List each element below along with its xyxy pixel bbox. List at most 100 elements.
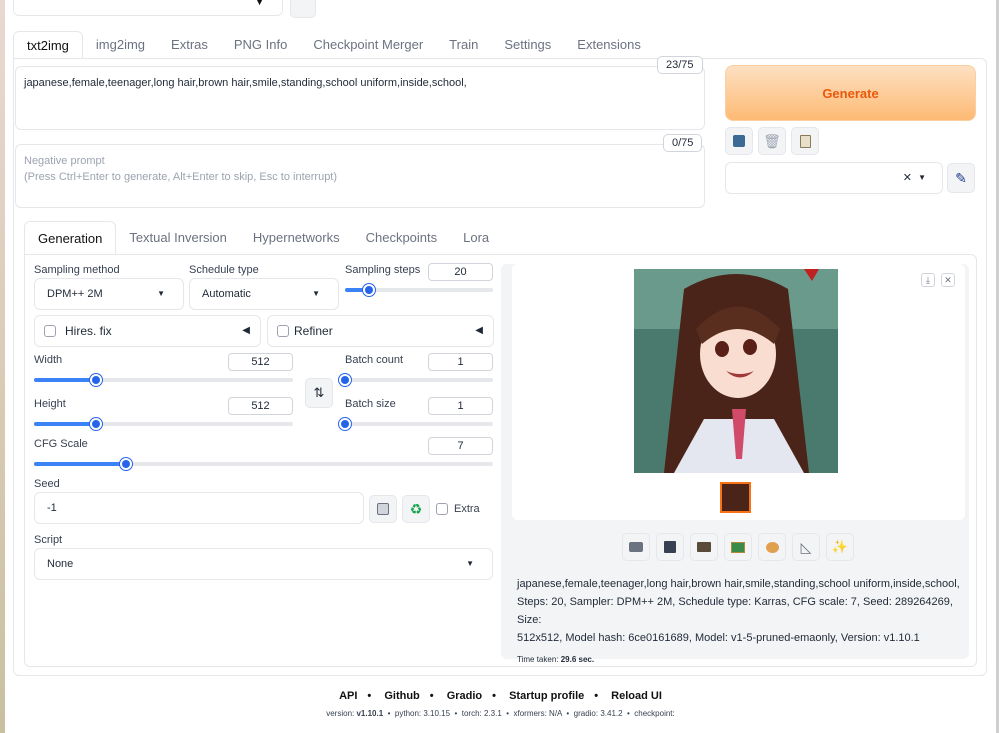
slider-fill [34,462,126,466]
footer-link-startup-profile[interactable]: Startup profile [509,690,584,702]
tab-settings[interactable]: Settings [491,31,564,59]
paste-params-button[interactable] [725,127,753,155]
hires-fix-label: Hires. fix [65,324,112,338]
footer-versions: version: v1.10.1 • python: 3.10.15 • tor… [326,709,675,718]
tab-train[interactable]: Train [436,31,491,59]
paste-icon [733,135,745,147]
width-input[interactable]: 512 [228,353,293,371]
apply-style-button[interactable] [791,127,819,155]
version-label: version: [326,709,355,718]
tab-generation[interactable]: Generation [24,221,117,255]
generated-image[interactable] [634,269,838,473]
generation-info: japanese,female,teenager,long hair,brown… [517,575,967,669]
send-to-img2img-button[interactable] [724,533,752,561]
random-seed-button[interactable] [369,495,397,523]
python-version: python: 3.10.15 [394,709,451,718]
refiner-checkbox[interactable] [277,325,289,337]
sampling-method-label: Sampling method [34,264,120,276]
version-value: v1.10.1 [356,709,384,718]
extra-seed-label: Extra [454,503,480,515]
footer-link-github[interactable]: Github [384,690,419,702]
width-label: Width [34,354,63,366]
chevron-down-icon: ▼ [255,0,264,7]
checkpoint-dropdown[interactable]: ▼ [13,0,283,16]
styles-dropdown[interactable]: ✕ ▼ [725,162,943,194]
height-slider[interactable] [34,418,293,430]
sampling-steps-input[interactable]: 20 [428,263,493,281]
main-tabs: txt2img img2img Extras PNG Info Checkpoi… [13,31,654,59]
info-params-cont: 512x512, Model hash: 6ce0161689, Model: … [517,632,920,644]
batch-count-input[interactable]: 1 [428,353,493,371]
time-taken: Time taken: 29.6 sec. [517,651,967,669]
sampling-method-dropdown[interactable]: DPM++ 2M ▼ [34,278,184,310]
tab-hypernetworks[interactable]: Hypernetworks [240,221,353,255]
tab-checkpoint-merger[interactable]: Checkpoint Merger [300,31,436,59]
cfg-scale-input[interactable]: 7 [428,437,493,455]
seed-value: -1 [47,502,57,514]
sampling-method-value: DPM++ 2M [47,288,103,300]
schedule-type-dropdown[interactable]: Automatic ▼ [189,278,339,310]
open-folder-button[interactable] [622,533,650,561]
tab-extras[interactable]: Extras [158,31,221,59]
tab-extensions[interactable]: Extensions [564,31,654,59]
tab-textual-inversion[interactable]: Textual Inversion [116,221,240,255]
save-icon [664,541,676,553]
reuse-seed-button[interactable]: ♻ [402,495,430,523]
edit-icon: ✎ [955,169,967,186]
torch-version: torch: 2.3.1 [461,709,502,718]
extra-seed-checkbox[interactable] [436,503,448,515]
send-to-inpaint-button[interactable] [758,533,786,561]
send-to-extras-button[interactable]: ◺ [792,533,820,561]
tab-checkpoints[interactable]: Checkpoints [353,221,451,255]
width-slider[interactable] [34,374,293,386]
close-icon[interactable]: ✕ [903,171,912,184]
cfg-scale-slider[interactable] [34,458,493,470]
footer-link-reload-ui[interactable]: Reload UI [611,690,662,702]
footer-link-gradio[interactable]: Gradio [447,690,482,702]
edit-styles-button[interactable]: ✎ [947,163,975,193]
slider-thumb[interactable] [339,374,351,386]
slider-thumb[interactable] [339,418,351,430]
negative-prompt-input[interactable]: Negative prompt (Press Ctrl+Enter to gen… [15,144,705,208]
hires-fix-checkbox[interactable] [44,325,56,337]
clear-prompt-button[interactable]: 🗑 [758,127,786,155]
ruler-icon: ◺ [800,538,812,555]
script-dropdown[interactable]: None ▼ [34,548,493,580]
tab-lora[interactable]: Lora [450,221,502,255]
height-label: Height [34,398,66,410]
footer-link-api[interactable]: API [339,690,357,702]
info-params: Steps: 20, Sampler: DPM++ 2M, Schedule t… [517,596,953,626]
generate-button[interactable]: Generate [725,65,976,121]
close-icon[interactable]: ✕ [941,273,955,287]
download-icon[interactable]: ⤓ [921,273,935,287]
hires-fix-accordion[interactable]: Hires. fix ◀ [34,315,261,347]
sampling-steps-label: Sampling steps [345,264,421,276]
height-input[interactable]: 512 [228,397,293,415]
tab-png-info[interactable]: PNG Info [221,31,300,59]
tab-txt2img[interactable]: txt2img [13,31,83,59]
gallery-thumbnail[interactable] [720,482,751,513]
collapse-arrow-icon: ◀ [475,325,483,336]
refiner-accordion[interactable]: Refiner ◀ [267,315,494,347]
save-button[interactable] [656,533,684,561]
slider-thumb[interactable] [362,284,375,296]
checkpoint-version: checkpoint: [634,709,675,718]
zip-button[interactable] [690,533,718,561]
clipboard-icon [799,134,811,148]
sampling-steps-slider[interactable] [345,284,493,296]
batch-size-slider[interactable] [339,418,493,430]
chevron-down-icon: ▼ [157,289,165,298]
seed-input[interactable]: -1 [34,492,364,524]
slider-thumb[interactable] [119,458,132,470]
batch-count-slider[interactable] [339,374,493,386]
batch-size-input[interactable]: 1 [428,397,493,415]
tab-img2img[interactable]: img2img [83,31,158,59]
seed-label: Seed [34,478,60,490]
swap-icon: ⇅ [313,385,325,400]
swap-dimensions-button[interactable]: ⇅ [305,378,333,408]
refresh-checkpoint-button[interactable] [290,0,316,18]
footer-links: API • Github • Gradio • Startup profile • Re… [339,690,662,702]
prompt-input[interactable]: japanese,female,teenager,long hair,brown… [15,66,705,130]
upscale-button[interactable]: ✨ [826,533,854,561]
dice-icon [377,503,389,515]
